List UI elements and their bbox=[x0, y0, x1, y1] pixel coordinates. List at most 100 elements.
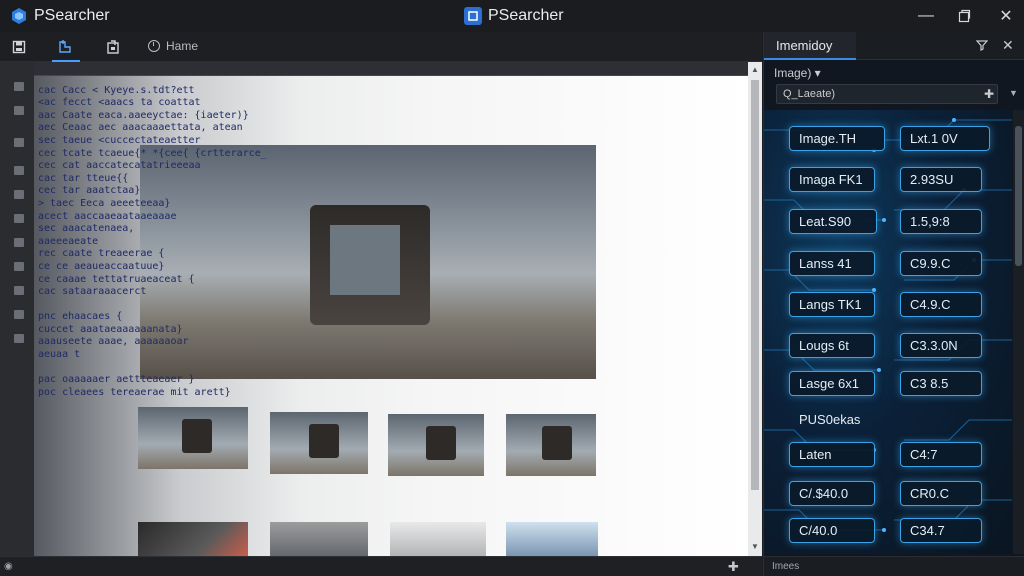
button-label: Lanss 41 bbox=[799, 256, 852, 271]
image-button-8[interactable]: PUS0ekas bbox=[789, 407, 885, 432]
image-button-7[interactable]: Lasge 6x1 bbox=[789, 371, 875, 396]
new-search-icon[interactable] bbox=[56, 38, 74, 56]
value-button-9[interactable]: C4:7 bbox=[900, 442, 982, 467]
button-label: C4:7 bbox=[910, 447, 938, 462]
code-line: pnc ehaacaes { bbox=[38, 311, 123, 323]
button-label: C/40.0 bbox=[799, 523, 838, 538]
value-button-4[interactable]: C9.9.C bbox=[900, 251, 982, 276]
panel-scrollbar[interactable] bbox=[1013, 110, 1024, 554]
value-button-10[interactable]: CR0.C bbox=[900, 481, 982, 506]
save-file-icon[interactable] bbox=[10, 38, 28, 56]
scroll-down-icon[interactable]: ▼ bbox=[751, 542, 759, 551]
image-type-dropdown[interactable]: Image) ▾ bbox=[774, 66, 821, 80]
code-line: poc cleaees tereaerae mit arett} bbox=[38, 386, 231, 398]
button-label: Image.TH bbox=[799, 131, 857, 146]
editor-gutter bbox=[0, 62, 34, 556]
button-label: C4.9.C bbox=[910, 297, 951, 312]
code-line: aeuaa t bbox=[38, 349, 81, 361]
thumbnail-8[interactable] bbox=[506, 522, 598, 556]
button-label: Imaga FK1 bbox=[799, 172, 863, 187]
panel-tab[interactable]: Imemidoy bbox=[764, 32, 856, 60]
panel-footer: Imees bbox=[764, 556, 1024, 576]
value-button-11[interactable]: C34.7 bbox=[900, 518, 982, 543]
code-line: ce caaae tettatruaeaceat { bbox=[38, 273, 195, 285]
button-label: Laten bbox=[799, 447, 832, 462]
scroll-up-icon[interactable]: ▲ bbox=[751, 65, 759, 74]
value-button-1[interactable]: Lxt.1 0V bbox=[900, 126, 990, 151]
gutter-marker bbox=[14, 310, 24, 319]
code-line: ce ce aeaueaccaatuue} bbox=[38, 260, 165, 272]
window-title: PSearcher bbox=[464, 7, 564, 25]
code-line: cec cat aaccatecatatrieeeaa bbox=[38, 160, 201, 172]
thumbnail-6[interactable] bbox=[270, 522, 368, 556]
button-label: C/.$40.0 bbox=[799, 486, 849, 501]
code-text: cac Cacc < Kyeye.s.tdt?ett <ac fecct <aa… bbox=[38, 72, 558, 399]
panel-close-icon[interactable]: ✕ bbox=[1002, 37, 1014, 54]
image-button-1[interactable]: Image.TH bbox=[789, 126, 885, 151]
code-line: cec tar aaatctaa} bbox=[38, 185, 141, 197]
thumbnail-2[interactable] bbox=[270, 412, 368, 474]
panel-scroll-thumb[interactable] bbox=[1015, 126, 1022, 266]
image-button-9[interactable]: Laten bbox=[789, 442, 875, 467]
button-label: C3 8.5 bbox=[910, 376, 949, 391]
code-line: aac Caate eaca.aaeeyctae: {iaeter)} bbox=[38, 109, 249, 121]
button-label: Lasge 6x1 bbox=[799, 376, 859, 391]
button-label: 2.93SU bbox=[910, 172, 954, 187]
editor-canvas[interactable]: cac Cacc < Kyeye.s.tdt?ett <ac fecct <aa… bbox=[0, 62, 748, 556]
image-button-6[interactable]: Lougs 6t bbox=[789, 333, 875, 358]
code-line: sec taeue <cuccectateaetter bbox=[38, 134, 201, 146]
app-logo-icon bbox=[12, 8, 26, 24]
thumbnail-5[interactable] bbox=[138, 522, 248, 556]
search-add-icon[interactable]: ✚ bbox=[984, 87, 994, 101]
button-label: CR0.C bbox=[910, 486, 950, 501]
code-line: cac Cacc < Kyeye.s.tdt?ett bbox=[38, 84, 195, 96]
editor-vertical-scrollbar[interactable]: ▲ ▼ bbox=[748, 62, 762, 556]
thumbnail-4[interactable] bbox=[506, 414, 596, 476]
image-button-2[interactable]: Imaga FK1 bbox=[789, 167, 875, 192]
thumbnail-7[interactable] bbox=[390, 522, 486, 556]
scroll-thumb[interactable] bbox=[751, 80, 759, 490]
panel-footer-label: Imees bbox=[772, 561, 800, 572]
gutter-marker bbox=[14, 286, 24, 295]
window-title-text: PSearcher bbox=[488, 7, 564, 24]
add-icon[interactable]: ✚ bbox=[728, 559, 739, 575]
value-button-6[interactable]: C3.3.0N bbox=[900, 333, 982, 358]
button-label: PUS0ekas bbox=[799, 412, 861, 427]
code-line: rec caate treaeerae { bbox=[38, 248, 165, 260]
minimize-button[interactable]: — bbox=[912, 4, 940, 28]
value-button-2[interactable]: 2.93SU bbox=[900, 167, 982, 192]
gutter-marker bbox=[14, 166, 24, 175]
image-button-4[interactable]: Lanss 41 bbox=[789, 251, 875, 276]
restore-button[interactable] bbox=[950, 4, 978, 28]
thumbnail-1[interactable] bbox=[138, 407, 248, 469]
image-button-10[interactable]: C/.$40.0 bbox=[789, 481, 875, 506]
app-logo-small-icon bbox=[464, 7, 482, 25]
image-button-5[interactable]: Langs TK1 bbox=[789, 292, 875, 317]
panel-scroll-up-icon[interactable]: ▼ bbox=[1009, 88, 1018, 98]
code-line: cuccet aaataeaaaaaanata} bbox=[38, 323, 183, 335]
button-label: Leat.S90 bbox=[799, 214, 852, 229]
close-button[interactable]: ✕ bbox=[992, 4, 1020, 28]
status-icon: ◉ bbox=[4, 561, 13, 572]
button-label: C9.9.C bbox=[910, 256, 951, 271]
image-button-11[interactable]: C/40.0 bbox=[789, 518, 875, 543]
value-button-3[interactable]: 1.5,9:8 bbox=[900, 209, 982, 234]
code-line: acect aaccaaeaataaeaaae bbox=[38, 210, 177, 222]
value-button-7[interactable]: C3 8.5 bbox=[900, 371, 982, 396]
image-button-3[interactable]: Leat.S90 bbox=[789, 209, 877, 234]
panel-search-input[interactable]: Q_Laeate) bbox=[776, 84, 998, 104]
thumbnail-3[interactable] bbox=[388, 414, 484, 476]
button-label: Langs TK1 bbox=[799, 297, 862, 312]
button-label: Lougs 6t bbox=[799, 338, 849, 353]
home-tab[interactable]: Hame bbox=[148, 39, 198, 53]
gutter-marker bbox=[14, 214, 24, 223]
value-button-5[interactable]: C4.9.C bbox=[900, 292, 982, 317]
export-icon[interactable] bbox=[104, 38, 122, 56]
gutter-marker bbox=[14, 190, 24, 199]
code-line: aaeeeaeate bbox=[38, 235, 99, 247]
panel-header: Imemidoy ✕ bbox=[764, 32, 1024, 60]
gutter-marker bbox=[14, 238, 24, 247]
filter-icon[interactable] bbox=[975, 39, 989, 54]
